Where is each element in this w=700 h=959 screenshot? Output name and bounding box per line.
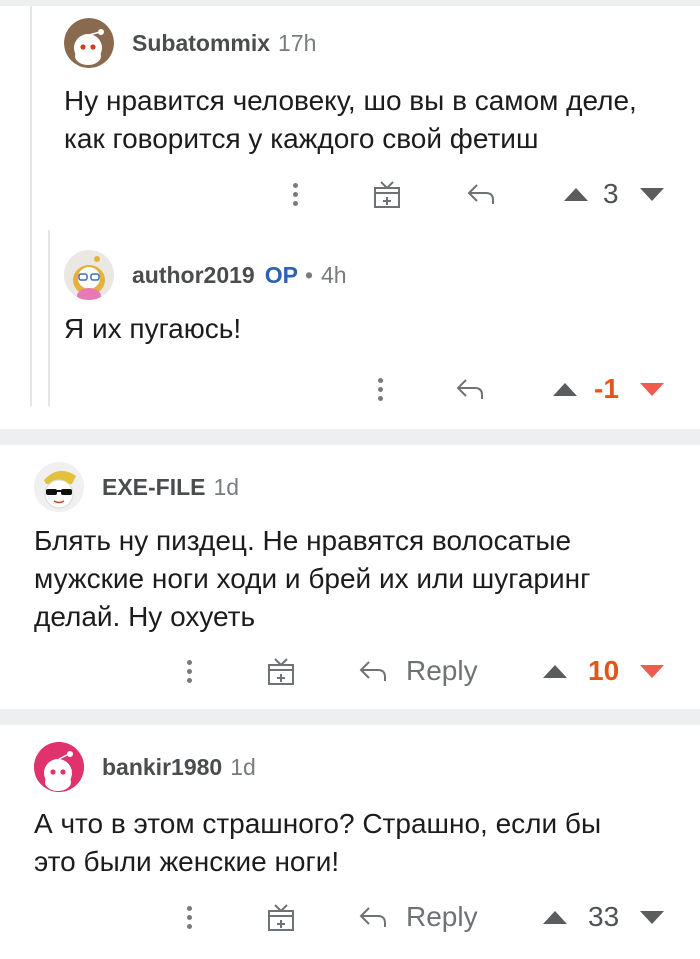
username[interactable]: EXE-FILE <box>102 474 206 501</box>
comment-actions: Reply 10 <box>0 651 700 691</box>
vote-score: 10 <box>588 655 620 686</box>
upvote-arrow-icon[interactable] <box>543 651 567 691</box>
comment-text-line: А что в этом страшного? Страшно, если бы <box>34 808 602 839</box>
reply-arrow-icon[interactable] <box>358 651 388 691</box>
comment-body: Блять ну пиздец. Не нравятся волосатые м… <box>34 522 590 636</box>
snoo-pink-avatar-icon[interactable] <box>34 742 84 792</box>
comment-text-line: как говорится у каждого свой фетиш <box>64 123 539 154</box>
gift-award-icon[interactable] <box>372 174 402 214</box>
comment-actions: Reply 33 <box>0 897 700 937</box>
comment-text-line: Ну нравится человеку, шо вы в самом деле… <box>64 85 637 116</box>
comment-actions: 3 <box>0 174 700 214</box>
vote-score: 33 <box>588 901 620 932</box>
snoo-sunglasses-avatar-icon[interactable] <box>34 462 84 512</box>
reply-button[interactable]: Reply <box>406 651 478 691</box>
username[interactable]: bankir1980 <box>102 754 222 781</box>
comment-text-line: мужские ноги ходи и брей их или шугаринг <box>34 563 591 594</box>
comment-body: Ну нравится человеку, шо вы в самом деле… <box>64 82 637 158</box>
comment-text-line: Блять ну пиздец. Не нравятся волосатые <box>34 525 572 556</box>
snoo-brown-avatar-icon[interactable] <box>64 18 114 68</box>
downvote-arrow-icon[interactable] <box>640 369 664 409</box>
timestamp: 1d <box>230 753 256 780</box>
reply-arrow-icon[interactable] <box>466 174 496 214</box>
comment-header: author2019 OP • 4h <box>64 250 347 300</box>
comment-separator <box>0 429 700 445</box>
comment-body: Я их пугаюсь! <box>64 310 241 348</box>
op-badge: OP <box>264 261 298 288</box>
comment-header: Subatommix 17h <box>64 18 316 68</box>
comment-text-line: Я их пугаюсь! <box>64 313 242 344</box>
meta-separator: • <box>304 261 314 288</box>
upvote-arrow-icon[interactable] <box>564 174 588 214</box>
more-options-icon[interactable] <box>184 897 194 937</box>
vote-score: 3 <box>603 178 619 209</box>
timestamp: 17h <box>278 29 317 56</box>
comment-text-line: это были женские ноги! <box>34 846 340 877</box>
downvote-arrow-icon[interactable] <box>640 174 664 214</box>
downvote-arrow-icon[interactable] <box>640 897 664 937</box>
reply-button[interactable]: Reply <box>406 897 478 937</box>
downvote-arrow-icon[interactable] <box>640 651 664 691</box>
comment-header: bankir1980 1d <box>34 742 256 792</box>
more-options-icon[interactable] <box>375 369 385 409</box>
snoo-girl-avatar-icon[interactable] <box>64 250 114 300</box>
reply-arrow-icon[interactable] <box>358 897 388 937</box>
reply-arrow-icon[interactable] <box>455 369 485 409</box>
comment-header: EXE-FILE 1d <box>34 462 239 512</box>
timestamp: 1d <box>213 473 240 500</box>
gift-award-icon[interactable] <box>266 897 296 937</box>
comment-separator <box>0 709 700 725</box>
vote-score: -1 <box>594 373 619 404</box>
more-options-icon[interactable] <box>290 174 300 214</box>
comment-body: А что в этом страшного? Страшно, если бы… <box>34 805 601 881</box>
username[interactable]: author2019 <box>132 262 255 289</box>
upvote-arrow-icon[interactable] <box>553 369 577 409</box>
comment-actions: -1 <box>0 369 700 409</box>
username[interactable]: Subatommix <box>132 30 270 57</box>
comment-text-line: делай. Ну охуеть <box>34 601 256 632</box>
comment-separator <box>0 0 700 6</box>
timestamp: 4h <box>321 261 347 288</box>
upvote-arrow-icon[interactable] <box>543 897 567 937</box>
more-options-icon[interactable] <box>184 651 194 691</box>
gift-award-icon[interactable] <box>266 651 296 691</box>
